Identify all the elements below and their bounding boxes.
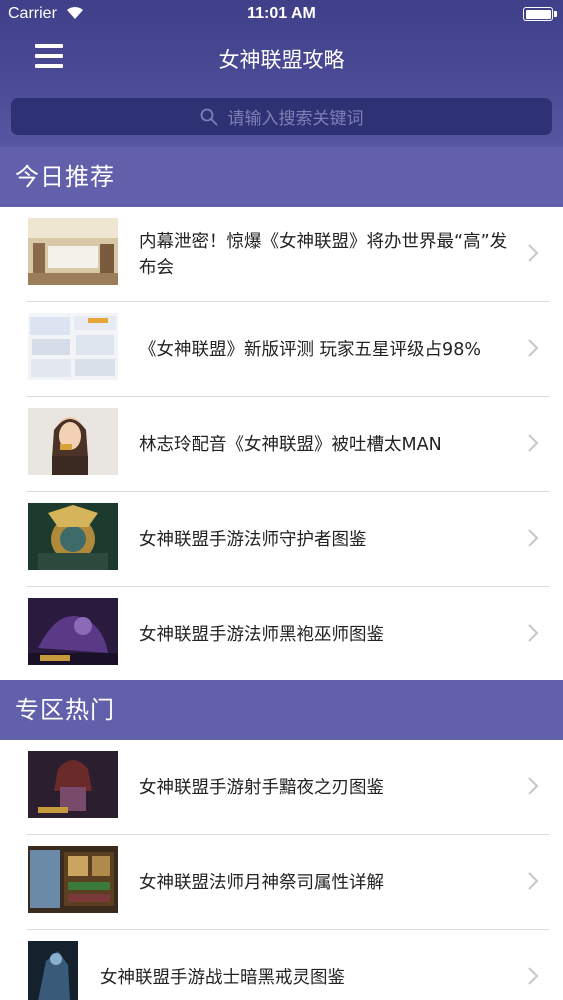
list-item-title: 女神联盟手游射手黯夜之刃图鉴 (139, 777, 384, 798)
list-item[interactable]: 《女神联盟》新版评测 玩家五星评级占98% (0, 302, 563, 397)
list-item-title: 内幕泄密！惊爆《女神联盟》将办世界最“高”发布会 (139, 231, 508, 278)
list-item[interactable]: 女神联盟手游射手黯夜之刃图鉴 (0, 740, 563, 835)
top-bar: Carrier 11:01 AM 女神联盟攻略 请输入搜索关键词 (0, 0, 563, 147)
article-thumbnail (28, 598, 118, 665)
article-thumbnail (28, 503, 118, 570)
list-item[interactable]: 女神联盟手游法师守护者图鉴 (0, 492, 563, 587)
section-header-hot: 专区热门 (0, 680, 563, 740)
chevron-right-icon (528, 872, 539, 890)
chevron-right-icon (528, 244, 539, 262)
chevron-right-icon (528, 967, 539, 985)
article-thumbnail (28, 941, 78, 1000)
list-item-title: 《女神联盟》新版评测 玩家五星评级占98% (139, 339, 481, 360)
search-icon (200, 108, 217, 125)
article-thumbnail (28, 218, 118, 285)
hot-list: 女神联盟手游射手黯夜之刃图鉴 女神联盟法师月神祭司属性详解 女神联盟手游战士暗黑… (0, 740, 563, 1000)
article-thumbnail (28, 751, 118, 818)
chevron-right-icon (528, 777, 539, 795)
search-placeholder: 请输入搜索关键词 (227, 109, 364, 129)
list-item-title: 女神联盟手游法师守护者图鉴 (139, 529, 367, 550)
list-item-title: 女神联盟法师月神祭司属性详解 (139, 872, 384, 893)
list-item[interactable]: 女神联盟手游法师黑袍巫师图鉴 (0, 587, 563, 682)
section-header-today: 今日推荐 (0, 147, 563, 207)
status-bar: Carrier 11:01 AM (0, 0, 563, 30)
battery-icon (523, 7, 557, 21)
article-thumbnail (28, 313, 118, 380)
list-item-title: 林志玲配音《女神联盟》被吐槽太MAN (139, 434, 442, 455)
list-item[interactable]: 内幕泄密！惊爆《女神联盟》将办世界最“高”发布会 (0, 207, 563, 302)
article-thumbnail (28, 846, 118, 913)
article-thumbnail (28, 408, 118, 475)
list-item-title: 女神联盟手游法师黑袍巫师图鉴 (139, 624, 384, 645)
chevron-right-icon (528, 339, 539, 357)
list-item[interactable]: 女神联盟手游战士暗黑戒灵图鉴 (0, 930, 563, 1000)
list-item[interactable]: 女神联盟法师月神祭司属性详解 (0, 835, 563, 930)
page-title: 女神联盟攻略 (218, 48, 345, 72)
list-item[interactable]: 林志玲配音《女神联盟》被吐槽太MAN (0, 397, 563, 492)
chevron-right-icon (528, 529, 539, 547)
chevron-right-icon (528, 624, 539, 642)
search-input[interactable]: 请输入搜索关键词 (11, 98, 552, 135)
list-item-title: 女神联盟手游战士暗黑戒灵图鉴 (100, 967, 345, 988)
status-time: 11:01 AM (247, 5, 316, 22)
today-list: 内幕泄密！惊爆《女神联盟》将办世界最“高”发布会 《女神联盟》新版评测 玩家五星… (0, 207, 563, 682)
chevron-right-icon (528, 434, 539, 452)
